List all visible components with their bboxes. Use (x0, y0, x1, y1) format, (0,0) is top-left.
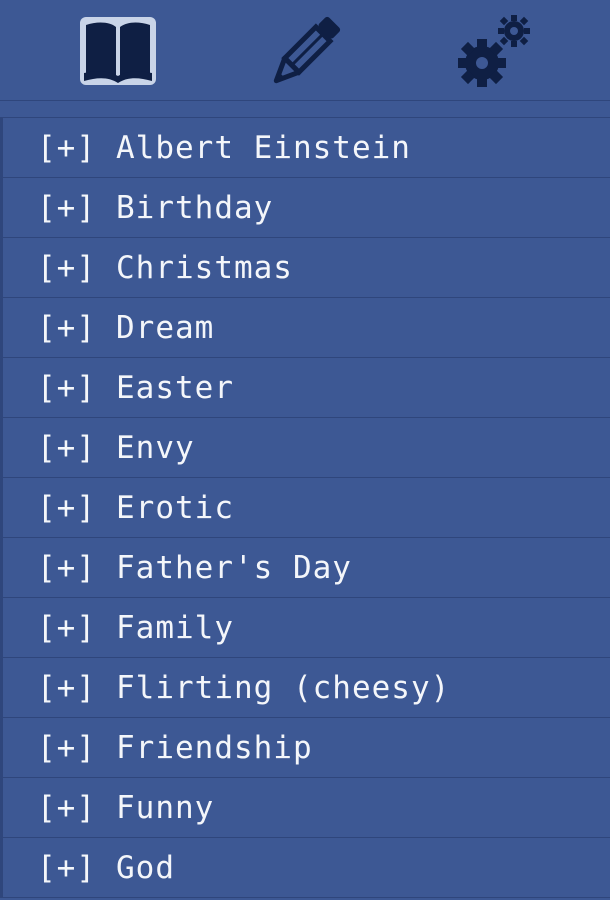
gears-icon (458, 15, 530, 87)
expand-marker: [+] (37, 489, 96, 526)
category-label: Friendship (116, 729, 313, 766)
expand-marker: [+] (37, 249, 96, 286)
list-item[interactable]: [+] Erotic (0, 478, 610, 538)
list-item[interactable]: [+] Birthday (0, 178, 610, 238)
book-icon (80, 17, 156, 85)
list-item[interactable]: [+] Dream (0, 298, 610, 358)
category-label: Erotic (116, 489, 234, 526)
app-root: [+] Albert Einstein [+] Birthday [+] Christ… (0, 0, 610, 900)
category-label: God (116, 849, 175, 886)
category-label: Easter (116, 369, 234, 406)
list-item[interactable]: [+] God (0, 838, 610, 898)
expand-marker: [+] (37, 429, 96, 466)
category-label: Flirting (cheesy) (116, 669, 451, 706)
category-label: Albert Einstein (116, 129, 411, 166)
category-label: Father's Day (116, 549, 352, 586)
expand-marker: [+] (37, 309, 96, 346)
top-toolbar (0, 0, 610, 101)
write-tab[interactable] (264, 10, 348, 92)
list-item[interactable]: [+] Easter (0, 358, 610, 418)
expand-marker: [+] (37, 369, 96, 406)
category-label: Family (116, 609, 234, 646)
expand-marker: [+] (37, 609, 96, 646)
expand-marker: [+] (37, 549, 96, 586)
list-item[interactable]: [+] Albert Einstein (0, 118, 610, 178)
expand-marker: [+] (37, 789, 96, 826)
read-tab[interactable] (76, 10, 160, 92)
category-list: [+] Albert Einstein [+] Birthday [+] Christ… (0, 118, 610, 898)
category-label: Dream (116, 309, 215, 346)
expand-marker: [+] (37, 129, 96, 166)
category-label: Funny (116, 789, 215, 826)
expand-marker: [+] (37, 729, 96, 766)
settings-tab[interactable] (452, 10, 536, 92)
list-item[interactable]: [+] Family (0, 598, 610, 658)
toolbar-divider (0, 101, 610, 118)
list-item[interactable]: [+] Funny (0, 778, 610, 838)
list-item[interactable]: [+] Flirting (cheesy) (0, 658, 610, 718)
category-label: Birthday (116, 189, 274, 226)
pencil-icon (273, 16, 341, 84)
category-label: Christmas (116, 249, 293, 286)
expand-marker: [+] (37, 669, 96, 706)
category-label: Envy (116, 429, 195, 466)
list-item[interactable]: [+] Friendship (0, 718, 610, 778)
expand-marker: [+] (37, 189, 96, 226)
list-item[interactable]: [+] Father's Day (0, 538, 610, 598)
list-item[interactable]: [+] Envy (0, 418, 610, 478)
expand-marker: [+] (37, 849, 96, 886)
list-item[interactable]: [+] Christmas (0, 238, 610, 298)
